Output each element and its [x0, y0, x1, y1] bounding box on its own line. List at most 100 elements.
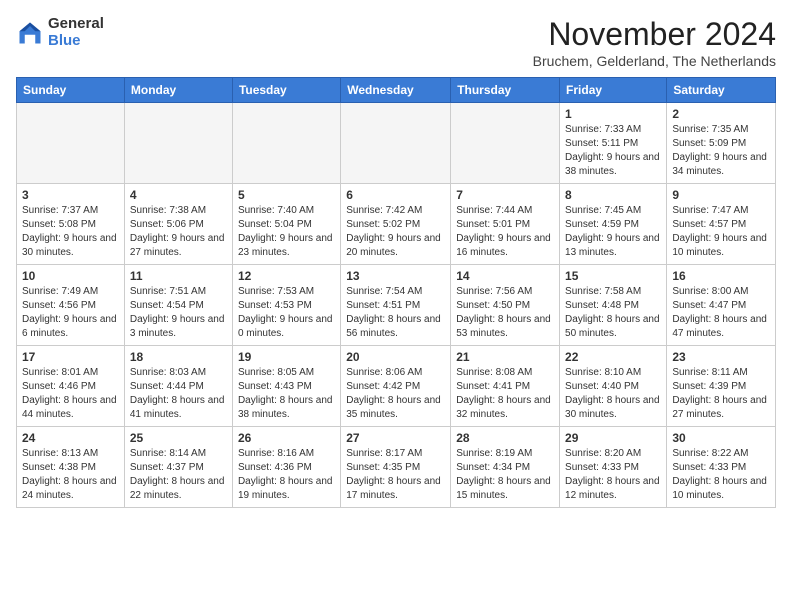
day-info: Sunrise: 7:54 AM Sunset: 4:51 PM Dayligh… [346, 285, 445, 341]
day-info: Sunrise: 7:53 AM Sunset: 4:53 PM Dayligh… [238, 285, 335, 341]
calendar-cell [124, 103, 232, 184]
day-number: 26 [238, 431, 335, 445]
calendar-cell: 19 Sunrise: 8:05 AM Sunset: 4:43 PM Dayli… [232, 346, 340, 427]
calendar-cell: 15 Sunrise: 7:58 AM Sunset: 4:48 PM Dayli… [560, 265, 667, 346]
day-info: Sunrise: 7:49 AM Sunset: 4:56 PM Dayligh… [22, 285, 119, 341]
logo-general: General [48, 16, 104, 33]
day-number: 24 [22, 431, 119, 445]
calendar-cell: 20 Sunrise: 8:06 AM Sunset: 4:42 PM Dayli… [341, 346, 451, 427]
title-block: November 2024 Bruchem, Gelderland, The N… [533, 16, 776, 69]
day-number: 1 [565, 107, 661, 121]
location: Bruchem, Gelderland, The Netherlands [533, 53, 776, 69]
day-number: 4 [130, 188, 227, 202]
day-info: Sunrise: 7:37 AM Sunset: 5:08 PM Dayligh… [22, 204, 119, 260]
calendar-cell: 23 Sunrise: 8:11 AM Sunset: 4:39 PM Dayli… [667, 346, 776, 427]
weekday-header: Tuesday [232, 78, 340, 103]
day-info: Sunrise: 7:44 AM Sunset: 5:01 PM Dayligh… [456, 204, 554, 260]
logo: General Blue [16, 16, 104, 49]
calendar-cell: 5 Sunrise: 7:40 AM Sunset: 5:04 PM Daylig… [232, 184, 340, 265]
calendar-cell: 25Sunrise: 8:14 AM Sunset: 4:37 PM Dayli… [124, 427, 232, 508]
calendar-cell: 30 Sunrise: 8:22 AM Sunset: 4:33 PM Dayli… [667, 427, 776, 508]
calendar-cell [232, 103, 340, 184]
calendar-cell: 17 Sunrise: 8:01 AM Sunset: 4:46 PM Dayli… [17, 346, 125, 427]
day-info: Sunrise: 8:19 AM Sunset: 4:34 PM Dayligh… [456, 447, 554, 503]
calendar-cell: 2Sunrise: 7:35 AM Sunset: 5:09 PM Daylig… [667, 103, 776, 184]
day-info: Sunrise: 8:05 AM Sunset: 4:43 PM Dayligh… [238, 366, 335, 422]
day-info: Sunrise: 7:38 AM Sunset: 5:06 PM Dayligh… [130, 204, 227, 260]
day-number: 23 [672, 350, 770, 364]
day-info: Sunrise: 7:58 AM Sunset: 4:48 PM Dayligh… [565, 285, 661, 341]
calendar-cell: 26 Sunrise: 8:16 AM Sunset: 4:36 PM Dayli… [232, 427, 340, 508]
calendar-cell: 27 Sunrise: 8:17 AM Sunset: 4:35 PM Dayli… [341, 427, 451, 508]
calendar-table: SundayMondayTuesdayWednesdayThursdayFrid… [16, 77, 776, 508]
day-number: 29 [565, 431, 661, 445]
calendar-cell: 1 Sunrise: 7:33 AM Sunset: 5:11 PM Daylig… [560, 103, 667, 184]
day-info: Sunrise: 8:22 AM Sunset: 4:33 PM Dayligh… [672, 447, 770, 503]
calendar-header: SundayMondayTuesdayWednesdayThursdayFrid… [17, 78, 776, 103]
logo-text: General Blue [48, 16, 104, 49]
calendar-body: 1 Sunrise: 7:33 AM Sunset: 5:11 PM Daylig… [17, 103, 776, 508]
calendar-cell: 7 Sunrise: 7:44 AM Sunset: 5:01 PM Daylig… [451, 184, 560, 265]
calendar-cell: 9 Sunrise: 7:47 AM Sunset: 4:57 PM Daylig… [667, 184, 776, 265]
logo-blue: Blue [48, 33, 104, 50]
calendar-cell [451, 103, 560, 184]
day-number: 28 [456, 431, 554, 445]
day-info: Sunrise: 8:00 AM Sunset: 4:47 PM Dayligh… [672, 285, 770, 341]
weekday-header: Thursday [451, 78, 560, 103]
calendar-cell: 28 Sunrise: 8:19 AM Sunset: 4:34 PM Dayli… [451, 427, 560, 508]
calendar-cell: 29 Sunrise: 8:20 AM Sunset: 4:33 PM Dayli… [560, 427, 667, 508]
day-info: Sunrise: 8:17 AM Sunset: 4:35 PM Dayligh… [346, 447, 445, 503]
day-info: Sunrise: 8:08 AM Sunset: 4:41 PM Dayligh… [456, 366, 554, 422]
day-number: 5 [238, 188, 335, 202]
header-row: SundayMondayTuesdayWednesdayThursdayFrid… [17, 78, 776, 103]
day-number: 22 [565, 350, 661, 364]
day-number: 3 [22, 188, 119, 202]
calendar-week: 10Sunrise: 7:49 AM Sunset: 4:56 PM Dayli… [17, 265, 776, 346]
calendar-cell: 21Sunrise: 8:08 AM Sunset: 4:41 PM Dayli… [451, 346, 560, 427]
day-number: 11 [130, 269, 227, 283]
day-info: Sunrise: 7:33 AM Sunset: 5:11 PM Dayligh… [565, 123, 661, 179]
day-info: Sunrise: 8:11 AM Sunset: 4:39 PM Dayligh… [672, 366, 770, 422]
calendar-week: 17 Sunrise: 8:01 AM Sunset: 4:46 PM Dayli… [17, 346, 776, 427]
day-number: 17 [22, 350, 119, 364]
day-info: Sunrise: 8:16 AM Sunset: 4:36 PM Dayligh… [238, 447, 335, 503]
calendar-cell: 8 Sunrise: 7:45 AM Sunset: 4:59 PM Daylig… [560, 184, 667, 265]
weekday-header: Monday [124, 78, 232, 103]
calendar-cell: 22Sunrise: 8:10 AM Sunset: 4:40 PM Dayli… [560, 346, 667, 427]
day-info: Sunrise: 8:06 AM Sunset: 4:42 PM Dayligh… [346, 366, 445, 422]
day-number: 6 [346, 188, 445, 202]
day-number: 20 [346, 350, 445, 364]
day-info: Sunrise: 7:45 AM Sunset: 4:59 PM Dayligh… [565, 204, 661, 260]
calendar-cell: 3 Sunrise: 7:37 AM Sunset: 5:08 PM Daylig… [17, 184, 125, 265]
day-number: 15 [565, 269, 661, 283]
day-info: Sunrise: 7:47 AM Sunset: 4:57 PM Dayligh… [672, 204, 770, 260]
calendar-cell [17, 103, 125, 184]
calendar-week: 24Sunrise: 8:13 AM Sunset: 4:38 PM Dayli… [17, 427, 776, 508]
day-info: Sunrise: 8:03 AM Sunset: 4:44 PM Dayligh… [130, 366, 227, 422]
day-number: 9 [672, 188, 770, 202]
weekday-header: Friday [560, 78, 667, 103]
day-number: 30 [672, 431, 770, 445]
calendar-cell: 24Sunrise: 8:13 AM Sunset: 4:38 PM Dayli… [17, 427, 125, 508]
day-number: 12 [238, 269, 335, 283]
weekday-header: Sunday [17, 78, 125, 103]
day-info: Sunrise: 8:20 AM Sunset: 4:33 PM Dayligh… [565, 447, 661, 503]
calendar-cell: 10Sunrise: 7:49 AM Sunset: 4:56 PM Dayli… [17, 265, 125, 346]
day-number: 8 [565, 188, 661, 202]
weekday-header: Saturday [667, 78, 776, 103]
day-number: 2 [672, 107, 770, 121]
day-number: 16 [672, 269, 770, 283]
day-info: Sunrise: 7:51 AM Sunset: 4:54 PM Dayligh… [130, 285, 227, 341]
day-number: 19 [238, 350, 335, 364]
day-number: 14 [456, 269, 554, 283]
calendar-cell: 12 Sunrise: 7:53 AM Sunset: 4:53 PM Dayli… [232, 265, 340, 346]
day-number: 7 [456, 188, 554, 202]
day-number: 27 [346, 431, 445, 445]
weekday-header: Wednesday [341, 78, 451, 103]
calendar-week: 1 Sunrise: 7:33 AM Sunset: 5:11 PM Daylig… [17, 103, 776, 184]
calendar-cell: 6Sunrise: 7:42 AM Sunset: 5:02 PM Daylig… [341, 184, 451, 265]
day-number: 25 [130, 431, 227, 445]
day-info: Sunrise: 7:40 AM Sunset: 5:04 PM Dayligh… [238, 204, 335, 260]
day-info: Sunrise: 8:01 AM Sunset: 4:46 PM Dayligh… [22, 366, 119, 422]
day-number: 18 [130, 350, 227, 364]
